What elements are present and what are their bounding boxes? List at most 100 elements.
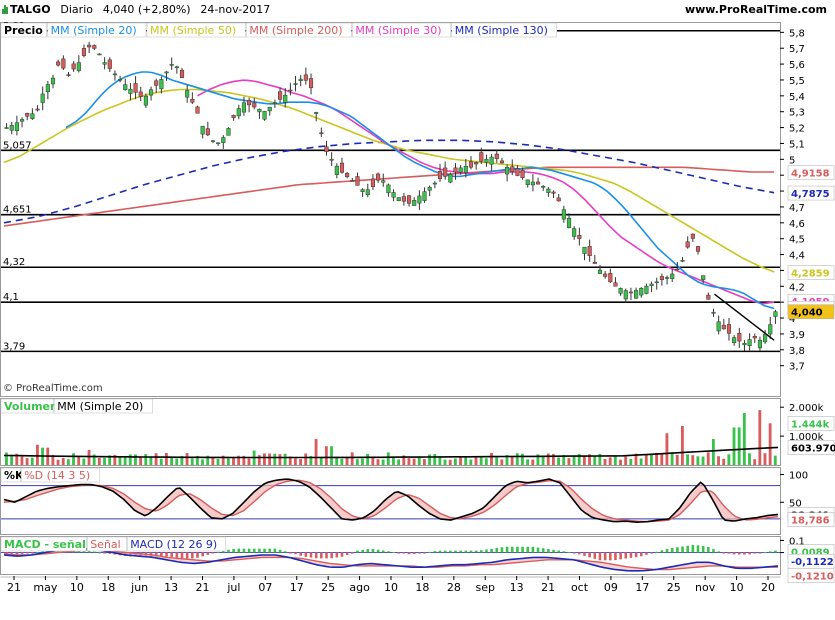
stock-chart[interactable]: 5,85,75,65,55,45,35,25,154,94,84,74,64,5… [0,0,835,620]
candle-up [14,122,19,131]
candle-up [566,217,572,228]
candle-down [577,235,582,239]
volume-bar-down [304,453,308,465]
macd-histogram-down [335,552,339,558]
macd-value-tag-text: -0,1122 [791,557,834,568]
level-label: 4,1 [3,292,19,303]
volume-bar-up [123,457,127,465]
candle-down [278,91,283,100]
macd-histogram-down [423,552,426,554]
macd-histogram-down [206,552,210,555]
legend-label: Precio [4,24,43,37]
candle-up [314,112,319,114]
volume-bar-up [557,457,560,465]
macd-histogram-up [449,550,452,553]
macd-histogram-up [227,549,230,553]
macd-histogram-up [381,550,385,553]
time-axis-label: 18 [415,581,429,594]
candle-down [737,333,742,342]
level-label: 4,32 [3,257,25,268]
macd-value-tag: -0,1210 [787,568,835,583]
volume-bar-down [268,453,272,465]
volume-bar-down [139,457,143,465]
candle-down [587,246,592,257]
macd-histogram-down [196,552,199,558]
macd-histogram-up [474,550,478,553]
candle-down [401,196,406,202]
macd-legend-item: MACD - señal [0,536,87,552]
volume-bar-up [149,456,153,465]
volume-bar-up [366,453,370,465]
legend-label: MM (Simple 130) [455,24,548,37]
price-value-tag: 4,7875 [787,185,835,201]
volume-bar-down [490,452,493,465]
volume-bar-down [665,433,669,465]
volume-bar-down [546,453,550,465]
volume-bar-down [350,452,354,465]
macd-histogram-down [185,552,189,559]
volume-bar-down [691,455,695,465]
ma-20-line [65,71,775,310]
time-axis-label: 25 [667,581,681,594]
volume-bar-down [345,457,349,465]
volume-bar-up [727,454,731,465]
candle-down [154,80,159,86]
macd-histogram-up [283,551,287,553]
candle-up [680,260,685,262]
candle-up [623,290,628,300]
macd-histogram-up [567,551,571,553]
candle-down [520,170,525,178]
macd-histogram-down [351,552,354,554]
macd-histogram-down [578,552,581,555]
candle-up [298,78,303,81]
volume-bar-up [521,453,524,465]
candle-down [179,69,185,78]
macd-histogram-down [309,552,313,558]
volume-bar-down [500,459,504,465]
macd-histogram-up [366,549,370,553]
volume-bar-up [283,453,287,465]
candle-down [437,171,443,180]
volume-bar-up [30,457,34,465]
volume-bar-down [154,453,158,465]
candle-up [561,209,566,220]
volume-bar-down [567,458,571,465]
volume-bar-down [763,453,767,465]
price-ytick-label: 5,8 [789,28,805,39]
volume-bar-up [170,457,173,465]
candle-up [505,167,510,175]
volume-bar-up [670,452,674,465]
candle-down [659,276,664,280]
volume-bar-up [742,413,746,465]
candle-up [458,167,463,173]
macd-histogram-up [701,546,705,553]
volume-bar-down [263,453,266,465]
candle-up [432,182,437,185]
candle-up [654,281,659,284]
macd-histogram-down [619,552,622,560]
macd-histogram-up [681,546,684,553]
macd-histogram-down [603,552,607,561]
candle-up [582,246,587,254]
candle-up [200,125,205,135]
macd-histogram-down [165,552,168,557]
macd-histogram-up [258,548,261,553]
legend-label: MM (Simple 50) [150,24,236,37]
candle-down [613,282,618,287]
candle-down [685,241,690,248]
volume-bar-up [392,457,395,465]
candle-down [81,48,87,56]
macd-histogram-down [314,552,318,559]
stochastic-legend-item: %D (14 3 5) [20,467,101,483]
price-ytick-label: 3,7 [789,362,805,373]
macd-histogram-down [624,552,628,559]
volume-bar-down [61,458,65,465]
time-axis-label: nov [695,581,716,594]
time-axis-label: 13 [510,581,524,594]
candle-up [649,283,654,286]
volume-bar-down [25,458,29,465]
candle-up [711,312,716,314]
macd-histogram-up [464,550,468,553]
macd-histogram-up [510,546,514,553]
candle-up [670,273,675,279]
